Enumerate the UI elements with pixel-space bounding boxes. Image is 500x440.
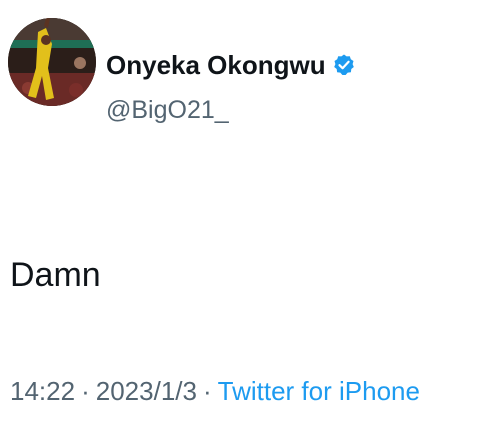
tweet-meta: 14:22 · 2023/1/3 · Twitter for iPhone (10, 375, 420, 407)
author-handle[interactable]: @BigO21_ (106, 95, 229, 125)
avatar[interactable] (8, 18, 96, 106)
meta-separator: · (202, 376, 212, 406)
tweet: Onyeka Okongwu @BigO21_ Damn 14:22 · 202… (0, 0, 500, 440)
display-name[interactable]: Onyeka Okongwu (106, 50, 326, 80)
tweet-date[interactable]: 2023/1/3 (96, 375, 197, 407)
verified-badge-icon (332, 53, 356, 77)
tweet-text: Damn (10, 256, 101, 294)
tweet-time[interactable]: 14:22 (10, 375, 75, 407)
avatar-photo-icon (8, 18, 96, 106)
tweet-source-link[interactable]: Twitter for iPhone (218, 375, 420, 407)
author-name-row: Onyeka Okongwu (106, 50, 356, 80)
meta-separator: · (81, 376, 90, 406)
